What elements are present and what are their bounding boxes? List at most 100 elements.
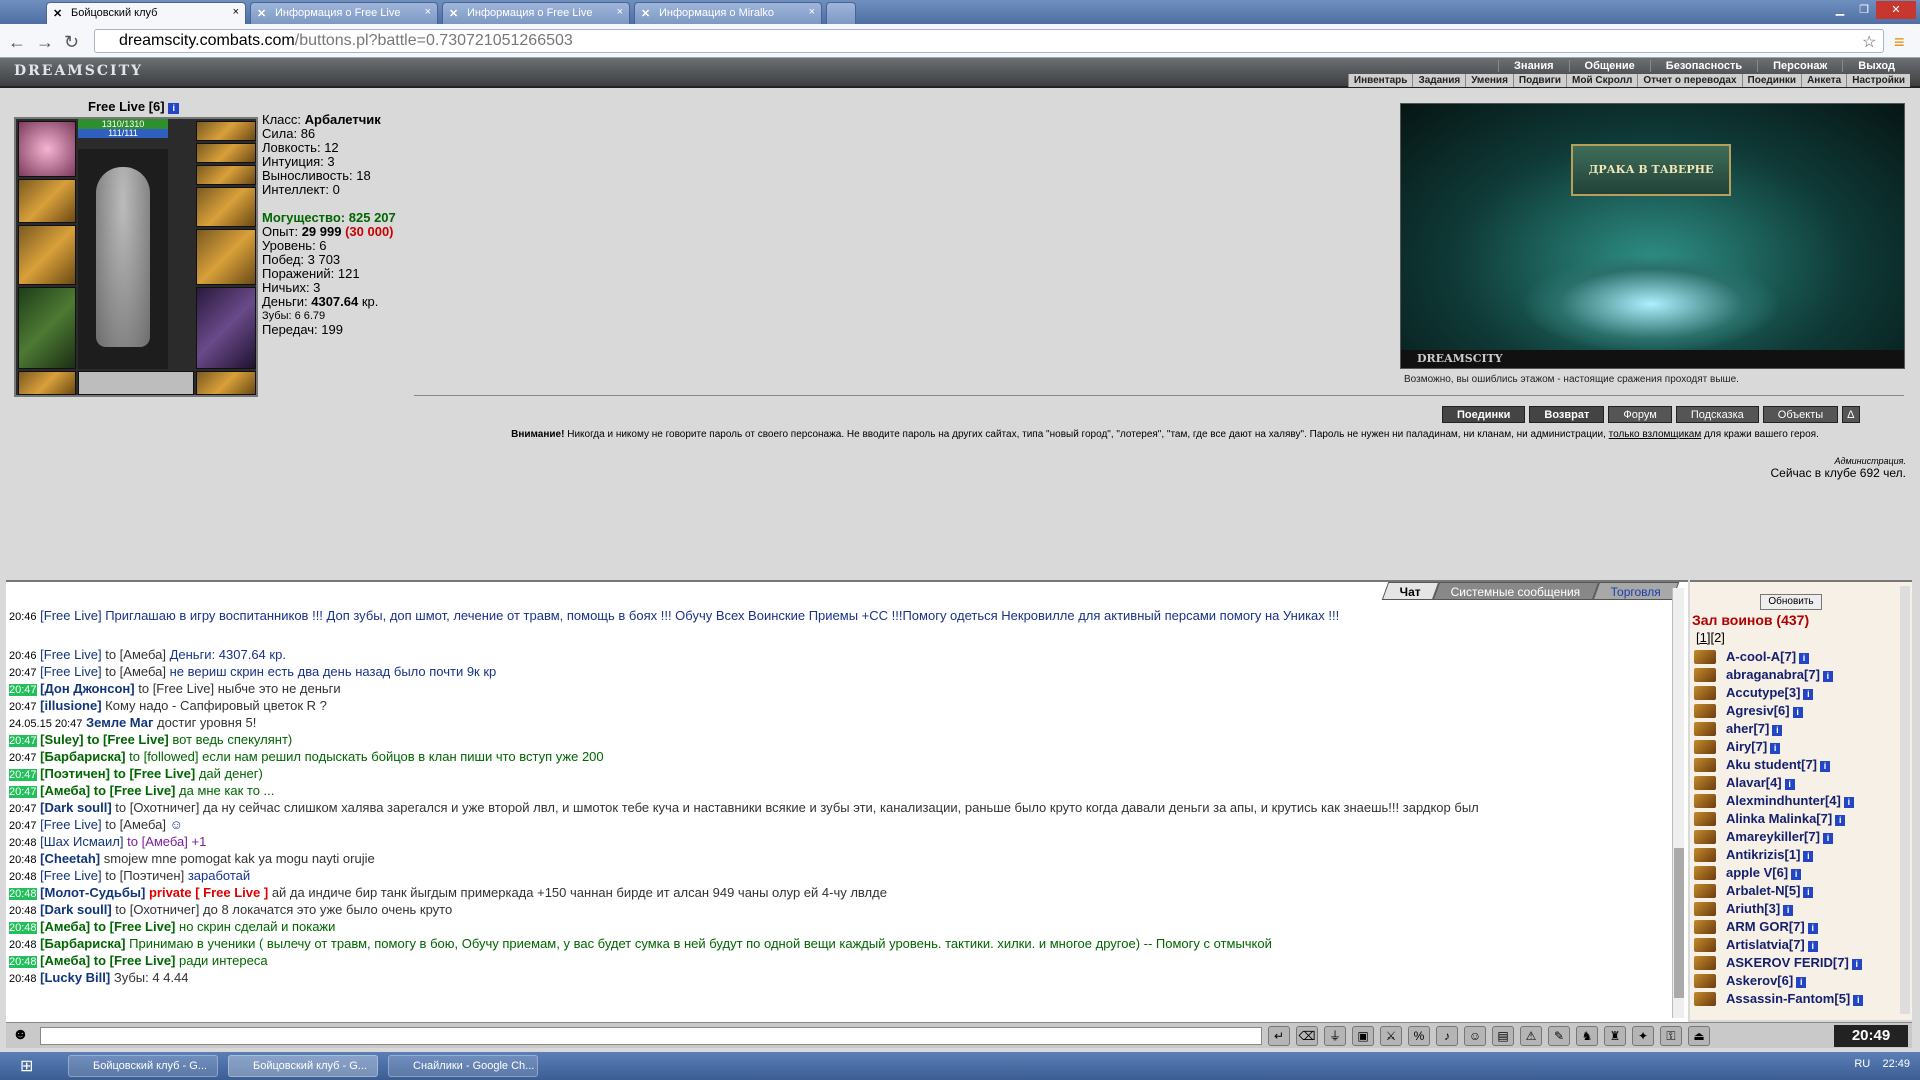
- person-icon[interactable]: ♞: [1576, 1026, 1598, 1046]
- sound-icon[interactable]: ♪: [1436, 1026, 1458, 1046]
- user-list-item[interactable]: Alavar[4] i: [1694, 774, 1894, 792]
- info-icon[interactable]: i: [1851, 959, 1862, 970]
- chat-recipient[interactable]: to [Охотничег]: [115, 902, 199, 917]
- chat-recipient[interactable]: to [Free Live]: [138, 681, 214, 696]
- user-list-item[interactable]: Artislatvia[7] i: [1694, 936, 1894, 954]
- weapon-slot[interactable]: [18, 225, 76, 285]
- chat-author[interactable]: [Молот-Судьбы]: [40, 885, 145, 900]
- helmet-slot[interactable]: [18, 121, 76, 177]
- chat-author[interactable]: [Амеба]: [40, 953, 90, 968]
- user-name[interactable]: Alexmindhunter[4]: [1726, 793, 1841, 808]
- lock-icon[interactable]: ⚿: [1660, 1026, 1682, 1046]
- user-name[interactable]: Ariuth[3]: [1726, 901, 1780, 916]
- clear-icon[interactable]: ⌫: [1296, 1026, 1318, 1046]
- emoji-icon[interactable]: ☺: [1464, 1026, 1486, 1046]
- chat-author[interactable]: [Поэтичен]: [40, 766, 110, 781]
- info-icon[interactable]: i: [1820, 761, 1830, 772]
- save-icon[interactable]: ▣: [1352, 1026, 1374, 1046]
- new-tab-button[interactable]: [826, 2, 856, 24]
- user-name[interactable]: Aku student[7]: [1726, 757, 1817, 772]
- browser-tab[interactable]: ✕ Информация о Miralko ×: [634, 2, 822, 24]
- menu-item-exit[interactable]: Выход: [1842, 60, 1910, 72]
- user-list-item[interactable]: Alexmindhunter[4] i: [1694, 792, 1894, 810]
- chat-recipient[interactable]: to [Free Live]: [94, 953, 176, 968]
- chat-author[interactable]: [Cheetah]: [40, 851, 100, 866]
- menu-item-knowledge[interactable]: Знания: [1498, 60, 1568, 72]
- taskbar-item[interactable]: Бойцовский клуб - G...: [228, 1055, 378, 1077]
- browser-tab[interactable]: ✕ Информация о Free Live ×: [442, 2, 630, 24]
- chat-author[interactable]: [Free Live]: [40, 647, 101, 662]
- user-list-item[interactable]: Askerov[6] i: [1694, 972, 1894, 990]
- objects-button[interactable]: Объекты: [1762, 406, 1839, 423]
- chat-recipient[interactable]: private [ Free Live ]: [149, 885, 268, 900]
- chat-recipient[interactable]: to [Амеба]: [127, 834, 188, 849]
- user-name[interactable]: apple V[6]: [1726, 865, 1788, 880]
- chat-author[interactable]: [Free Live]: [40, 817, 101, 832]
- submenu-item[interactable]: Настройки: [1846, 74, 1910, 87]
- scroll-thumb[interactable]: [1674, 848, 1684, 998]
- submenu-item[interactable]: Поединки: [1741, 74, 1802, 87]
- forum-button[interactable]: Форум: [1608, 406, 1672, 423]
- send-icon[interactable]: ↵: [1268, 1026, 1290, 1046]
- info-icon[interactable]: i: [1807, 923, 1818, 934]
- bracers-slot[interactable]: [18, 179, 76, 223]
- user-list-item[interactable]: Aku student[7] i: [1694, 756, 1894, 774]
- close-icon[interactable]: ×: [233, 6, 239, 18]
- chat-author[interactable]: [Lucky Bill]: [40, 970, 110, 985]
- user-name[interactable]: A-cool-A[7]: [1726, 649, 1796, 664]
- chat-author[interactable]: [Амеба]: [40, 919, 90, 934]
- info-icon[interactable]: i: [1792, 707, 1803, 718]
- tools-icon[interactable]: ✎: [1548, 1026, 1570, 1046]
- return-button[interactable]: Возврат: [1529, 406, 1605, 423]
- online-scrollbar[interactable]: [1900, 586, 1910, 1014]
- menu-item-character[interactable]: Персонаж: [1757, 60, 1842, 72]
- tab-system-messages[interactable]: Системные сообщения: [1433, 582, 1600, 600]
- chat-author[interactable]: Земле Маг: [86, 715, 153, 730]
- percent-icon[interactable]: %: [1408, 1026, 1430, 1046]
- gloves-slot[interactable]: [196, 187, 256, 227]
- user-name[interactable]: ASKEROV FERID[7]: [1726, 955, 1849, 970]
- boots-slot[interactable]: [196, 371, 256, 395]
- chat-recipient[interactable]: to [Free Live]: [94, 919, 176, 934]
- user-list-item[interactable]: Airy[7] i: [1694, 738, 1894, 756]
- chat-author[interactable]: [Шах Исмаил]: [40, 834, 123, 849]
- user-name[interactable]: Artislatvia[7]: [1726, 937, 1805, 952]
- filter-icon[interactable]: ⏚: [1324, 1026, 1346, 1046]
- info-icon[interactable]: i: [1843, 797, 1854, 808]
- submenu-item[interactable]: Анкета: [1801, 74, 1846, 87]
- armor-slot[interactable]: [18, 287, 76, 369]
- chat-author[interactable]: [Dark soull]: [40, 800, 112, 815]
- earrings-slot[interactable]: [196, 165, 256, 185]
- chat-recipient[interactable]: to [Амеба]: [105, 817, 166, 832]
- tab-chat[interactable]: Чат: [1382, 582, 1440, 600]
- user-name[interactable]: Alinka Malinka[7]: [1726, 811, 1832, 826]
- exit-icon[interactable]: ⏏: [1688, 1026, 1710, 1046]
- submenu-item[interactable]: Подвиги: [1512, 74, 1566, 87]
- shield-slot[interactable]: [196, 229, 256, 285]
- user-list-item[interactable]: Assassin-Fantom[5] i: [1694, 990, 1894, 1008]
- info-icon[interactable]: i: [1770, 743, 1781, 754]
- bookmark-star-icon[interactable]: ☆: [1862, 32, 1876, 52]
- chat-author[interactable]: [Барбариска]: [40, 936, 125, 951]
- info-icon[interactable]: i: [1772, 725, 1783, 736]
- menu-item-communication[interactable]: Общение: [1568, 60, 1650, 72]
- magic-icon[interactable]: ✦: [1632, 1026, 1654, 1046]
- location-image[interactable]: ДРАКА В ТАВЕРНЕ DREAMSCITY: [1400, 103, 1905, 369]
- taskbar-item[interactable]: Бойцовский клуб - G...: [68, 1055, 218, 1077]
- image-icon[interactable]: ▤: [1492, 1026, 1514, 1046]
- browser-tab[interactable]: ✕ Информация о Free Live ×: [250, 2, 438, 24]
- user-name[interactable]: Askerov[6]: [1726, 973, 1793, 988]
- user-name[interactable]: Amareykiller[7]: [1726, 829, 1820, 844]
- user-name[interactable]: Antikrizis[1]: [1726, 847, 1800, 862]
- leggings-slot[interactable]: [196, 287, 256, 369]
- user-list-item[interactable]: Accutype[3] i: [1694, 684, 1894, 702]
- chat-author[interactable]: [Free Live]: [40, 868, 101, 883]
- browser-tab[interactable]: ✕ Бойцовский клуб ×: [46, 2, 246, 24]
- chat-scrollbar[interactable]: [1672, 588, 1684, 1018]
- info-icon[interactable]: i: [1853, 995, 1864, 1006]
- close-window-icon[interactable]: ✕: [1876, 1, 1916, 19]
- tab-trade[interactable]: Торговля: [1592, 582, 1680, 600]
- user-name[interactable]: Arbalet-N[5]: [1726, 883, 1800, 898]
- user-name[interactable]: Alavar[4]: [1726, 775, 1782, 790]
- close-icon[interactable]: ×: [809, 6, 815, 18]
